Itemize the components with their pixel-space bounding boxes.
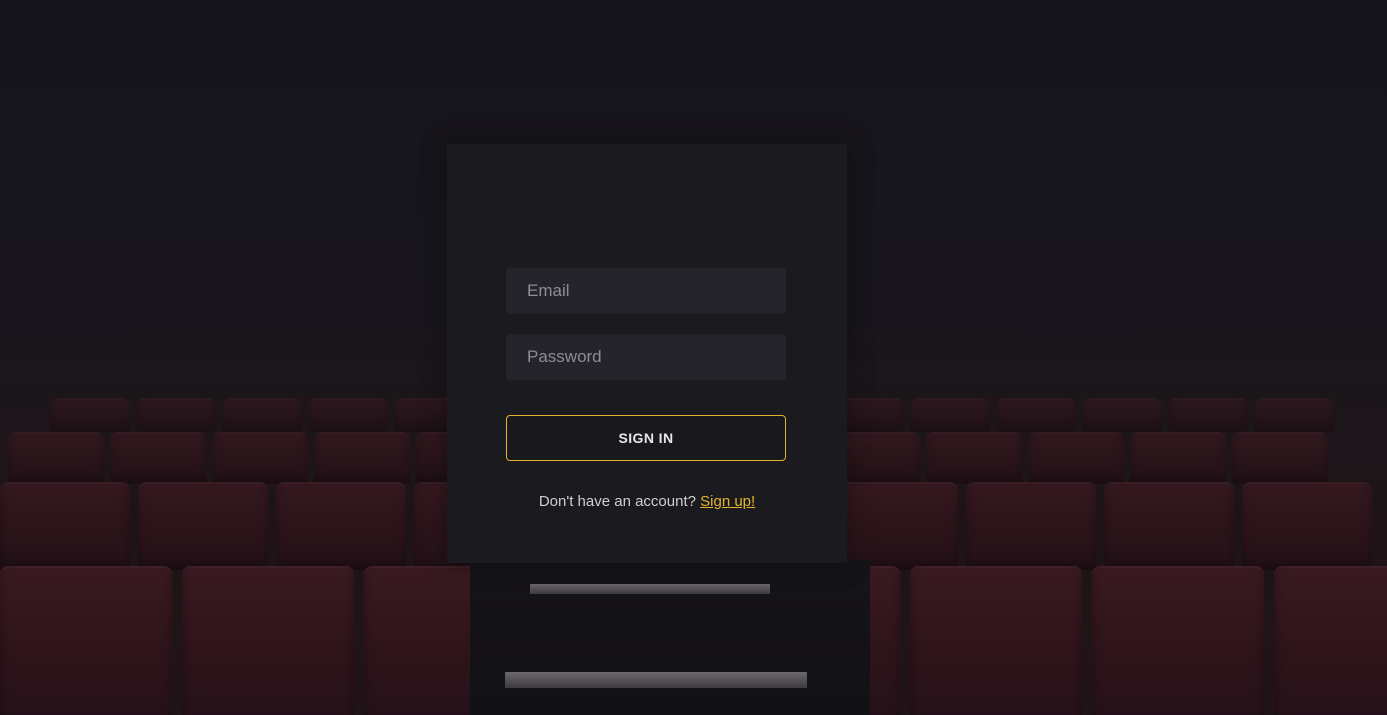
background-seat [910,398,990,432]
background-seat [110,432,206,484]
background-seat [1104,482,1234,570]
background-seat [8,432,104,484]
background-seat [136,398,216,432]
login-card: SIGN IN Don't have an account? Sign up! [447,144,847,563]
background-seat [1168,398,1248,432]
password-input[interactable] [506,334,786,380]
background-seat [996,398,1076,432]
background-seat [1232,432,1328,484]
background-seat [308,398,388,432]
background-seat [1274,566,1387,715]
background-seat [314,432,410,484]
background-seat [1092,566,1264,715]
login-page: SIGN IN Don't have an account? Sign up! [0,0,1387,715]
background-seat [212,432,308,484]
background-seat [966,482,1096,570]
background-seat [0,566,172,715]
background-seat [222,398,302,432]
background-seat [138,482,268,570]
background-seat [0,482,130,570]
background-seat [1130,432,1226,484]
background-seat [828,482,958,570]
background-seat [1082,398,1162,432]
signup-link[interactable]: Sign up! [700,493,755,510]
email-input[interactable] [506,268,786,314]
background-seat [276,482,406,570]
background-seat [1028,432,1124,484]
signup-prompt-text: Don't have an account? [538,493,696,510]
background-seat [910,566,1082,715]
background-seat [1254,398,1334,432]
background-seat [926,432,1022,484]
background-seat [182,566,354,715]
signup-prompt: Don't have an account? Sign up! [447,493,847,510]
background-aisle-step [530,584,770,594]
sign-in-button[interactable]: SIGN IN [506,415,786,461]
background-seat [50,398,130,432]
background-aisle-step [505,672,807,688]
background-seat [1242,482,1372,570]
